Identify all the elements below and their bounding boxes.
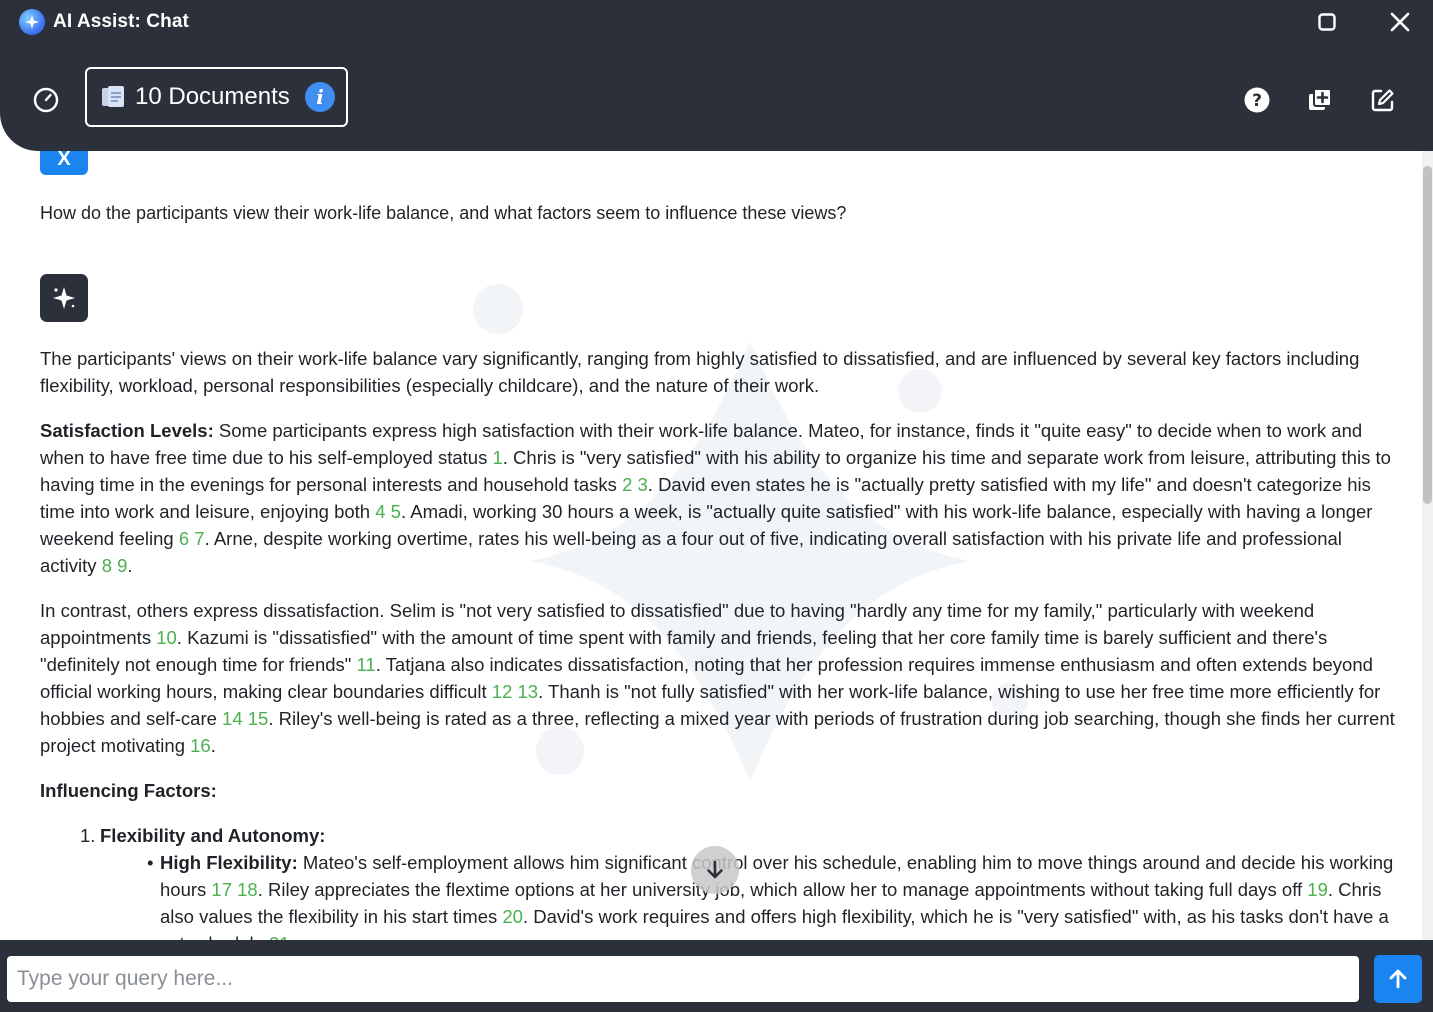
citation-link[interactable]: 1 bbox=[492, 447, 502, 468]
svg-text:?: ? bbox=[1252, 91, 1262, 111]
citation-link[interactable]: 16 bbox=[190, 735, 211, 756]
documents-icon bbox=[102, 86, 124, 107]
factors-list: 1. Flexibility and Autonomy: • High Flexib… bbox=[80, 822, 1402, 940]
citation-link[interactable]: 14 15 bbox=[222, 708, 268, 729]
documents-button[interactable]: 10 Documents i bbox=[85, 67, 348, 127]
bullet: • bbox=[147, 852, 154, 873]
toolbar: 10 Documents i ? bbox=[0, 43, 1433, 151]
citation-link[interactable]: 10 bbox=[156, 627, 177, 648]
documents-label: 10 Documents bbox=[135, 83, 290, 110]
citation-link[interactable]: 2 3 bbox=[622, 474, 648, 495]
citation-link[interactable]: 12 13 bbox=[492, 681, 538, 702]
arrow-down-icon bbox=[707, 860, 723, 879]
help-button[interactable]: ? bbox=[1242, 85, 1272, 115]
answer-intro: The participants' views on their work-li… bbox=[40, 348, 1360, 396]
list-item: • High Flexibility: Mateo's self-employme… bbox=[147, 849, 1402, 940]
list-number: 1. bbox=[80, 825, 96, 846]
sub-title: High Flexibility: bbox=[160, 852, 298, 873]
citation-link[interactable]: 19 bbox=[1307, 879, 1328, 900]
title-bar: AI Assist: Chat bbox=[0, 0, 1433, 43]
input-bar bbox=[0, 940, 1433, 1012]
sparkle-icon bbox=[53, 287, 75, 309]
factor-title: Flexibility and Autonomy: bbox=[100, 825, 326, 846]
maximize-button[interactable] bbox=[1313, 8, 1341, 36]
factor-sublist: • High Flexibility: Mateo's self-employme… bbox=[147, 849, 1402, 940]
user-avatar: X bbox=[40, 151, 88, 175]
citation-link[interactable]: 21 bbox=[269, 933, 290, 940]
add-copy-icon bbox=[1309, 88, 1332, 110]
close-button[interactable] bbox=[1386, 8, 1414, 36]
dissatisfaction-paragraph: In contrast, others express dissatisfact… bbox=[40, 600, 1395, 756]
citation-link[interactable]: 20 bbox=[502, 906, 523, 927]
scroll-down-button[interactable] bbox=[691, 846, 739, 894]
new-chat-button[interactable] bbox=[1305, 85, 1335, 115]
window-title: AI Assist: Chat bbox=[53, 11, 189, 32]
citation-link[interactable]: 17 18 bbox=[211, 879, 257, 900]
scrollbar[interactable] bbox=[1422, 151, 1433, 940]
chat-panel: X How do the participants view their wor… bbox=[0, 151, 1422, 940]
send-button[interactable] bbox=[1374, 955, 1422, 1003]
edit-icon bbox=[1371, 89, 1394, 112]
satisfaction-paragraph: Satisfaction Levels: Some participants e… bbox=[40, 420, 1391, 576]
arrow-up-icon bbox=[1389, 969, 1407, 989]
sparkle-logo-icon bbox=[19, 9, 45, 35]
ai-avatar bbox=[40, 274, 88, 322]
history-button[interactable] bbox=[31, 85, 61, 115]
edit-button[interactable] bbox=[1368, 85, 1398, 115]
citation-link[interactable]: 11 bbox=[357, 654, 376, 675]
factors-heading: Influencing Factors: bbox=[40, 780, 217, 801]
satisfaction-heading: Satisfaction Levels: bbox=[40, 420, 214, 441]
info-icon[interactable]: i bbox=[305, 82, 335, 112]
list-item: 1. Flexibility and Autonomy: • High Flexib… bbox=[80, 822, 1402, 940]
citation-link[interactable]: 6 7 bbox=[179, 528, 205, 549]
query-input[interactable] bbox=[7, 956, 1359, 1002]
user-question: How do the participants view their work-… bbox=[40, 203, 847, 223]
help-icon: ? bbox=[1244, 87, 1270, 113]
scroll-thumb[interactable] bbox=[1423, 166, 1432, 504]
gauge-icon bbox=[33, 87, 59, 113]
citation-link[interactable]: 8 9 bbox=[102, 555, 128, 576]
citation-link[interactable]: 4 5 bbox=[375, 501, 401, 522]
